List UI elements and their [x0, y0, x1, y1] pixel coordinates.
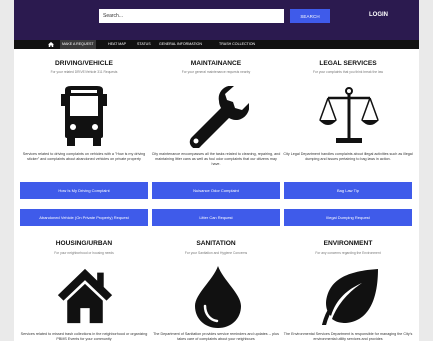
login-link[interactable]: LOGIN	[369, 10, 388, 20]
content-area: DRIVING/VEHICLE For your related DRIVE/V…	[14, 49, 419, 341]
main-nav: MAKE A REQUEST HEAT MAP STATUS GENERAL I…	[14, 40, 419, 49]
nav-trash-collection[interactable]: TRASH COLLECTION	[217, 40, 257, 49]
search-input[interactable]	[99, 9, 284, 23]
bag-law-tip-button[interactable]: Bag Law Tip	[284, 182, 412, 199]
nav-status[interactable]: STATUS	[135, 40, 153, 49]
illegal-dumping-button[interactable]: Illegal Dumping Request	[284, 209, 412, 226]
category-title-legal: LEGAL SERVICES	[319, 60, 377, 67]
category-desc-driving: Services related to driving complaints o…	[22, 152, 146, 161]
category-subtitle-housing: For your neighborhood or housing needs	[54, 251, 114, 255]
house-icon	[57, 268, 113, 324]
nav-make-a-request[interactable]: MAKE A REQUEST	[60, 40, 96, 49]
category-desc-legal: City Legal Department handles complaints…	[283, 152, 413, 161]
category-subtitle-maintainance: For your general maintenance requests ne…	[181, 70, 251, 74]
category-desc-maintainance: City maintenance encompasses all the tas…	[151, 152, 281, 166]
category-subtitle-environment: For any concerns regarding the Environme…	[315, 251, 381, 255]
category-title-sanitation: SANITATION	[196, 240, 236, 247]
search-button[interactable]: SEARCH	[290, 9, 330, 23]
category-desc-sanitation: The Department of Sanitation provides se…	[153, 332, 279, 341]
litter-can-button[interactable]: Litter Can Request	[152, 209, 280, 226]
how-is-my-driving-button[interactable]: How Is My Driving Complaint	[20, 182, 148, 199]
category-subtitle-driving: For your related DRIVE/Vehicle 311 Reque…	[50, 70, 118, 74]
nav-general-information[interactable]: GENERAL INFORMATION	[157, 40, 204, 49]
category-title-environment: ENVIRONMENT	[323, 240, 373, 247]
category-title-housing: HOUSING/URBAN	[55, 240, 113, 247]
scales-icon	[319, 87, 379, 143]
category-title-maintainance: MAINTAINANCE	[190, 60, 242, 67]
category-subtitle-sanitation: For your Sanitation and Hygiene Concerns	[184, 251, 248, 255]
wrench-icon	[189, 86, 249, 148]
category-title-driving: DRIVING/VEHICLE	[55, 60, 113, 67]
home-icon[interactable]	[48, 42, 54, 47]
leaf-icon	[322, 269, 378, 325]
category-desc-environment: The Environmental Services Department is…	[283, 332, 413, 341]
droplet-icon	[195, 266, 241, 328]
category-desc-housing: Services related to missed trash collect…	[20, 332, 148, 341]
nav-heat-map[interactable]: HEAT MAP	[106, 40, 128, 49]
page: SEARCH LOGIN MAKE A REQUEST HEAT MAP STA…	[0, 0, 433, 341]
nuisance-odor-button[interactable]: Nuisance Odor Complaint	[152, 182, 280, 199]
category-subtitle-legal: For your complaints that you think break…	[312, 70, 383, 74]
abandoned-vehicle-button[interactable]: Abandoned Vehicle (On Private Property) …	[20, 209, 148, 226]
top-header: SEARCH LOGIN	[14, 0, 419, 40]
bus-icon	[61, 86, 107, 146]
